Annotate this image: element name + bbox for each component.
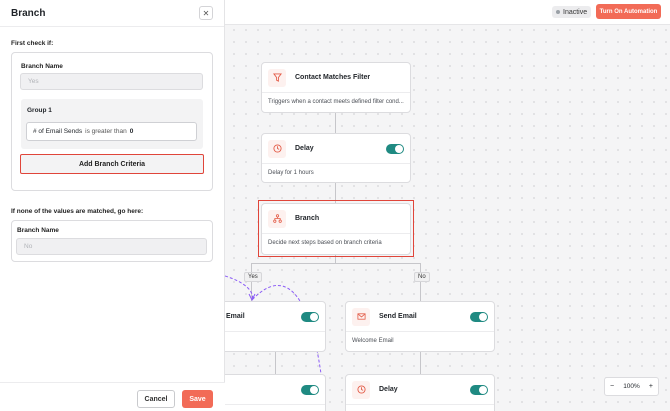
node-title: Delay <box>379 386 398 393</box>
clock-icon <box>268 139 286 158</box>
node-description: Welcome Email <box>352 338 394 344</box>
node-title: Email <box>226 313 245 320</box>
node-delay[interactable]: Delay Delay for 1 hours <box>261 133 411 183</box>
status-dot-icon <box>556 10 560 14</box>
node-enabled-toggle[interactable] <box>301 384 319 395</box>
turn-on-automation-button[interactable]: Turn On Automation <box>596 4 661 19</box>
mail-icon <box>352 307 370 326</box>
save-button[interactable]: Save <box>182 390 213 408</box>
node-title: Delay <box>295 145 314 152</box>
close-button[interactable]: ✕ <box>199 6 213 20</box>
branch-settings-panel: Branch ✕ First check if: Branch Name Yes… <box>0 0 225 411</box>
node-enabled-toggle[interactable] <box>301 311 319 322</box>
node-enabled-toggle[interactable] <box>470 311 488 322</box>
fallback-branch-name-label: Branch Name <box>17 227 59 234</box>
node-description: Triggers when a contact meets defined fi… <box>268 99 404 105</box>
selected-node-highlight <box>258 200 414 257</box>
node-title: Contact Matches Filter <box>295 74 371 81</box>
connector-line <box>420 263 421 301</box>
node-description: Delay for 1 hours <box>268 170 314 176</box>
condition-field: # of Email Sends <box>33 128 83 135</box>
connector-line <box>420 352 421 374</box>
status-label: Inactive <box>563 8 588 16</box>
node-title: Send Email <box>379 313 417 320</box>
node-enabled-toggle[interactable] <box>470 384 488 395</box>
node-enabled-toggle[interactable] <box>386 143 404 154</box>
criteria-group: Group 1 # of Email Sends is greater than… <box>21 99 203 149</box>
condition-value: 0 <box>129 128 134 135</box>
connector-line <box>251 263 421 264</box>
no-branch-tag: No <box>414 272 430 282</box>
close-icon: ✕ <box>202 8 210 18</box>
branch-name-input[interactable]: Yes <box>20 73 203 90</box>
status-badge: Inactive <box>552 6 592 18</box>
filter-icon <box>268 68 286 87</box>
zoom-in-button[interactable]: + <box>649 383 653 390</box>
zoom-out-button[interactable]: − <box>610 383 614 390</box>
node-send-email-right[interactable]: Send Email Welcome Email <box>345 301 495 352</box>
panel-title: Branch <box>11 7 46 19</box>
add-branch-criteria-button[interactable]: Add Branch Criteria <box>20 154 204 174</box>
fallback-label: If none of the values are matched, go he… <box>11 208 144 215</box>
node-contact-matches-filter[interactable]: Contact Matches Filter Triggers when a c… <box>261 62 411 113</box>
condition-row[interactable]: # of Email Sends is greater than 0 <box>26 122 197 141</box>
yes-branch-tag: Yes <box>244 272 262 282</box>
cancel-button[interactable]: Cancel <box>137 390 175 408</box>
fallback-branch-name-input[interactable]: No <box>16 238 207 255</box>
zoom-control: − 100% + <box>604 377 659 396</box>
condition-operator: is greater than <box>85 128 127 135</box>
connector-line <box>335 113 336 133</box>
branch-name-label: Branch Name <box>21 63 63 70</box>
first-check-label: First check if: <box>11 40 54 47</box>
node-delay-right[interactable]: Delay <box>345 374 495 411</box>
group-title: Group 1 <box>27 107 52 114</box>
zoom-level: 100% <box>623 383 640 390</box>
clock-icon <box>352 380 370 399</box>
